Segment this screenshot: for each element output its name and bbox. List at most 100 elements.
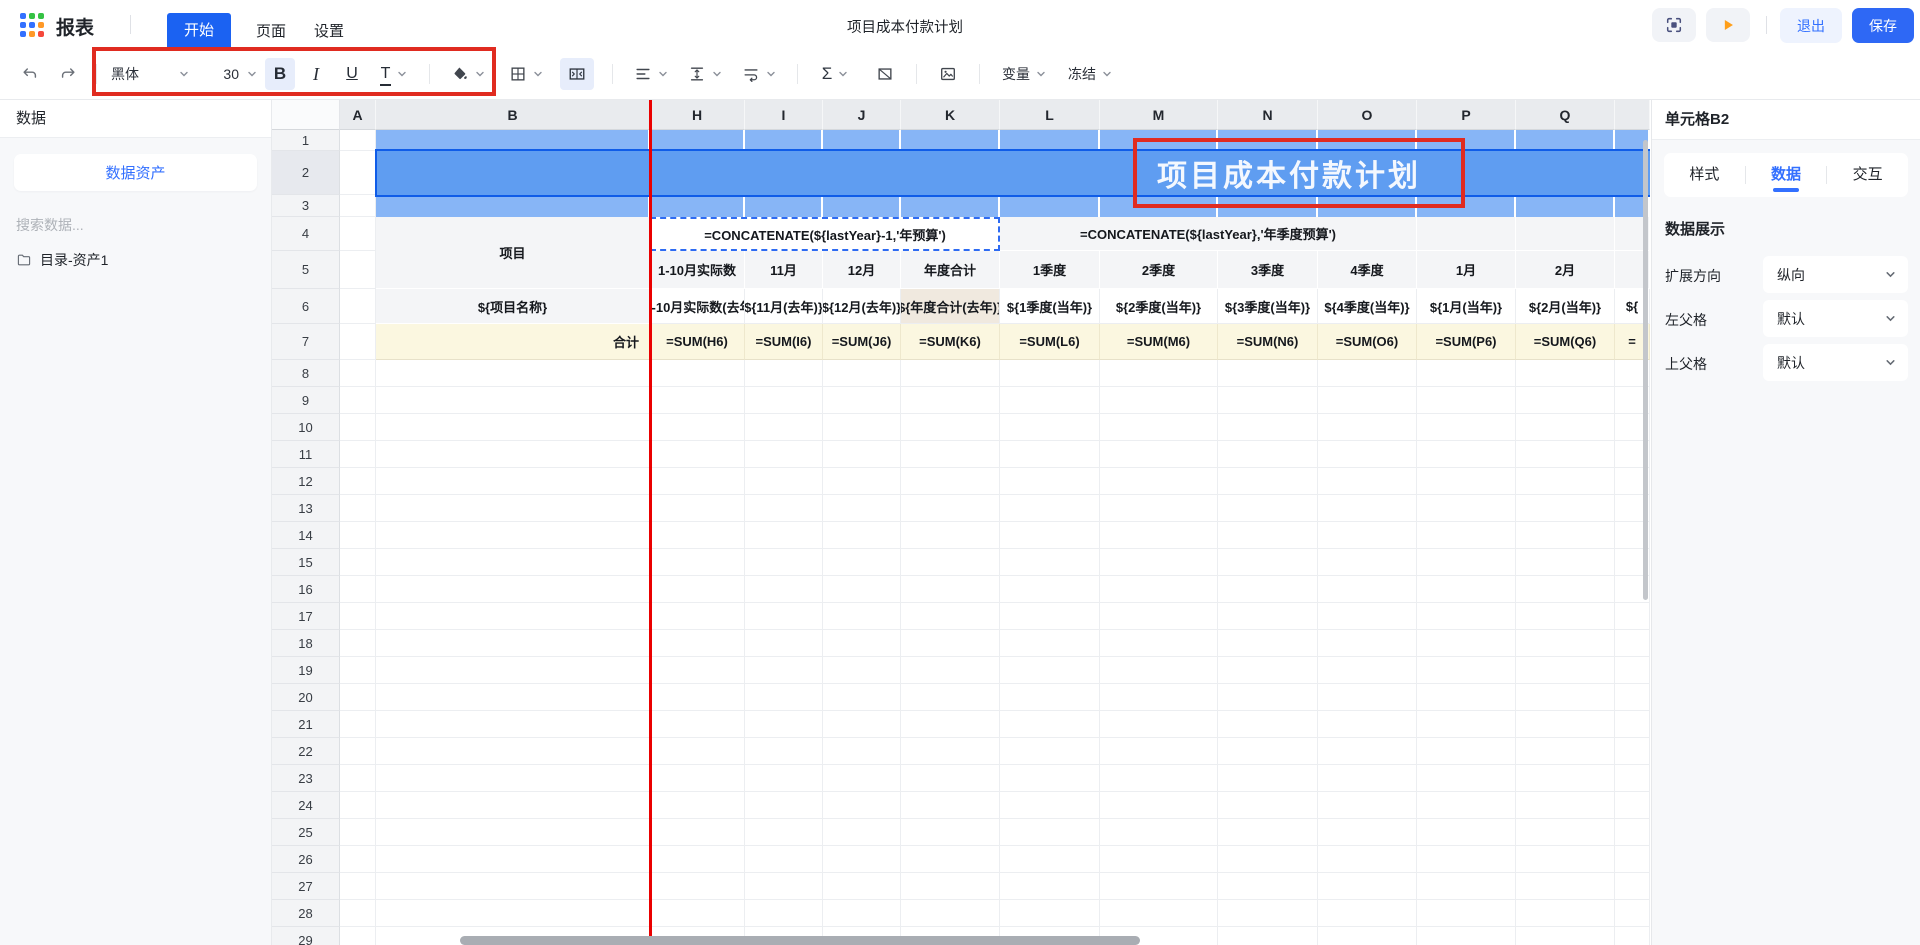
row-header-22[interactable]: 22: [272, 738, 340, 765]
cell-R26[interactable]: [1615, 846, 1650, 873]
row-header-6[interactable]: 6: [272, 289, 340, 324]
cell-R21[interactable]: [1615, 711, 1650, 738]
cell-L8[interactable]: [1000, 360, 1100, 387]
cell-P26[interactable]: [1417, 846, 1516, 873]
cell-I15[interactable]: [745, 549, 823, 576]
row-header-29[interactable]: 29: [272, 927, 340, 945]
cell-L23[interactable]: [1000, 765, 1100, 792]
italic-button[interactable]: I: [301, 58, 331, 90]
app-logo-icon[interactable]: [20, 13, 44, 37]
cell-H3[interactable]: [650, 195, 745, 217]
save-button[interactable]: 保存: [1852, 8, 1914, 43]
column-header-P[interactable]: P: [1417, 100, 1516, 130]
cell-Q25[interactable]: [1516, 819, 1615, 846]
cell-Q1[interactable]: [1516, 130, 1615, 151]
column-header-partial[interactable]: [1615, 100, 1650, 130]
preview-button[interactable]: [1706, 8, 1750, 42]
cell-B11[interactable]: [376, 441, 650, 468]
cell-O11[interactable]: [1318, 441, 1417, 468]
cell-P18[interactable]: [1417, 630, 1516, 657]
freeze-pane-divider[interactable]: [649, 100, 652, 945]
cell-O8[interactable]: [1318, 360, 1417, 387]
cell-L21[interactable]: [1000, 711, 1100, 738]
cell-Q20[interactable]: [1516, 684, 1615, 711]
cell-I3[interactable]: [745, 195, 823, 217]
cell-B2-merged-title[interactable]: 项目成本付款计划: [376, 151, 1650, 195]
cell-I19[interactable]: [745, 657, 823, 684]
cell-I28[interactable]: [745, 900, 823, 927]
cell-B12[interactable]: [376, 468, 650, 495]
row-header-11[interactable]: 11: [272, 441, 340, 468]
cell-I6[interactable]: ${11月(去年)}: [745, 289, 823, 324]
cell-H27[interactable]: [650, 873, 745, 900]
cell-K1[interactable]: [901, 130, 1000, 151]
cell-B4[interactable]: 项目: [376, 217, 650, 289]
cell-I16[interactable]: [745, 576, 823, 603]
cell-Q4[interactable]: [1516, 217, 1615, 251]
cell-A27[interactable]: [340, 873, 376, 900]
cell-Q6[interactable]: ${2月(当年)}: [1516, 289, 1615, 324]
row-header-10[interactable]: 10: [272, 414, 340, 441]
cell-I10[interactable]: [745, 414, 823, 441]
cell-A15[interactable]: [340, 549, 376, 576]
cell-H16[interactable]: [650, 576, 745, 603]
cell-N24[interactable]: [1218, 792, 1318, 819]
cell-B19[interactable]: [376, 657, 650, 684]
cell-N23[interactable]: [1218, 765, 1318, 792]
redo-button[interactable]: [56, 58, 80, 90]
cell-R29[interactable]: [1615, 927, 1650, 945]
cell-H4[interactable]: =CONCATENATE(${lastYear}-1,'年预算'): [650, 217, 1000, 251]
cell-J27[interactable]: [823, 873, 901, 900]
cell-A9[interactable]: [340, 387, 376, 414]
cell-L7[interactable]: =SUM(L6): [1000, 324, 1100, 360]
cell-O9[interactable]: [1318, 387, 1417, 414]
fill-color-button[interactable]: [448, 58, 488, 90]
cell-I11[interactable]: [745, 441, 823, 468]
cell-A19[interactable]: [340, 657, 376, 684]
cell-R24[interactable]: [1615, 792, 1650, 819]
cell-B20[interactable]: [376, 684, 650, 711]
cell-N20[interactable]: [1218, 684, 1318, 711]
cell-M12[interactable]: [1100, 468, 1218, 495]
cell-N18[interactable]: [1218, 630, 1318, 657]
cell-I22[interactable]: [745, 738, 823, 765]
cell-J17[interactable]: [823, 603, 901, 630]
cell-O19[interactable]: [1318, 657, 1417, 684]
cell-K11[interactable]: [901, 441, 1000, 468]
column-header-H[interactable]: H: [650, 100, 745, 130]
cell-H22[interactable]: [650, 738, 745, 765]
row-header-17[interactable]: 17: [272, 603, 340, 630]
cell-A6[interactable]: [340, 289, 376, 324]
cell-L9[interactable]: [1000, 387, 1100, 414]
cell-O28[interactable]: [1318, 900, 1417, 927]
variable-menu[interactable]: 变量: [996, 58, 1052, 90]
cell-J18[interactable]: [823, 630, 901, 657]
cell-L16[interactable]: [1000, 576, 1100, 603]
cell-Q5[interactable]: 2月: [1516, 251, 1615, 289]
cell-H5[interactable]: 1-10月实际数: [650, 251, 745, 289]
cell-A18[interactable]: [340, 630, 376, 657]
cell-Q18[interactable]: [1516, 630, 1615, 657]
cell-N29[interactable]: [1218, 927, 1318, 945]
cell-I18[interactable]: [745, 630, 823, 657]
cell-P22[interactable]: [1417, 738, 1516, 765]
cell-N12[interactable]: [1218, 468, 1318, 495]
cell-L15[interactable]: [1000, 549, 1100, 576]
cell-I8[interactable]: [745, 360, 823, 387]
cell-O12[interactable]: [1318, 468, 1417, 495]
cell-K15[interactable]: [901, 549, 1000, 576]
cell-Q27[interactable]: [1516, 873, 1615, 900]
horizontal-scrollbar[interactable]: [460, 936, 1140, 945]
tab-settings[interactable]: 设置: [306, 14, 352, 49]
cell-I25[interactable]: [745, 819, 823, 846]
cell-N7[interactable]: =SUM(N6): [1218, 324, 1318, 360]
column-header-I[interactable]: I: [745, 100, 823, 130]
column-header-M[interactable]: M: [1100, 100, 1218, 130]
cell-H11[interactable]: [650, 441, 745, 468]
cell-N14[interactable]: [1218, 522, 1318, 549]
cell-P13[interactable]: [1417, 495, 1516, 522]
cell-P15[interactable]: [1417, 549, 1516, 576]
cell-H6[interactable]: ${1-10月实际数(去年)}: [650, 289, 745, 324]
cell-I13[interactable]: [745, 495, 823, 522]
cell-B15[interactable]: [376, 549, 650, 576]
